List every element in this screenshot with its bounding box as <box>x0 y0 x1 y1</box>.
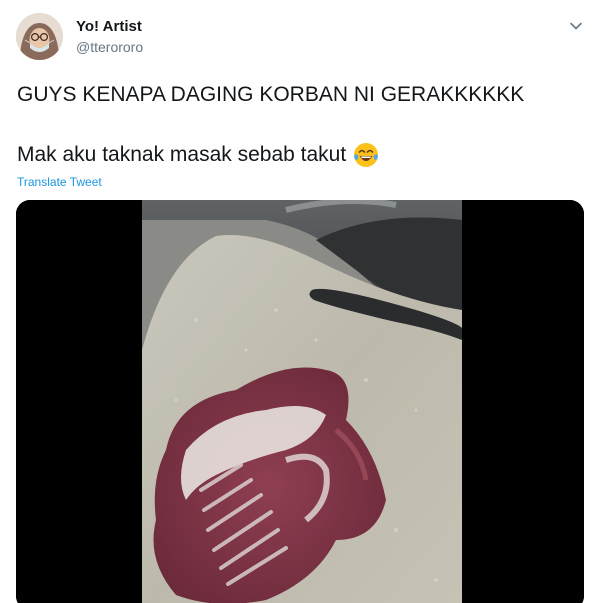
avatar-image <box>16 13 63 60</box>
video-content <box>142 200 462 603</box>
translate-tweet-link[interactable]: Translate Tweet <box>17 175 102 189</box>
tweet-media-video[interactable] <box>16 200 584 603</box>
tweet-text-line-1: GUYS KENAPA DAGING KORBAN NI GERAKKKKKK <box>17 83 525 106</box>
tweet-card: Yo! Artist @tterororo GUYS KENAPA DAGING… <box>0 0 599 603</box>
tweet-text-line-2: Mak aku taknak masak sebab takut <box>17 141 380 169</box>
author-handle[interactable]: @tterororo <box>76 38 143 56</box>
avatar[interactable] <box>16 13 63 60</box>
face-with-tears-of-joy-icon <box>352 141 380 169</box>
tweet-text-line-2-text: Mak aku taknak masak sebab takut <box>17 143 347 166</box>
author-name[interactable]: Yo! Artist <box>76 18 142 36</box>
video-frame <box>16 200 584 603</box>
chevron-down-icon[interactable] <box>566 16 586 36</box>
